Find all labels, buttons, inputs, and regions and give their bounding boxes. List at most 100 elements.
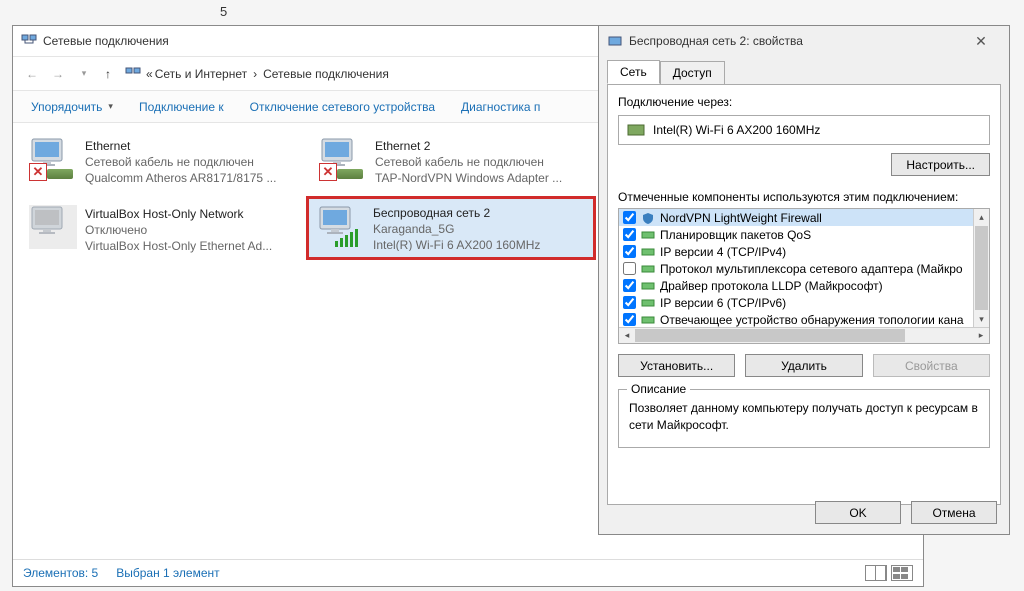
protocol-icon [641, 229, 655, 241]
cable-icon [47, 169, 73, 179]
adapter-icon [607, 33, 623, 49]
connection-status: Karaganda_5G [373, 221, 540, 237]
view-details-icon[interactable] [865, 565, 887, 581]
component-row[interactable]: Отвечающее устройство обнаружения тополо… [619, 311, 973, 327]
scroll-thumb[interactable] [975, 226, 988, 310]
description-text: Позволяет данному компьютеру получать до… [629, 400, 979, 435]
breadcrumb-item[interactable]: Сетевые подключения [263, 67, 389, 81]
connect-to-button[interactable]: Подключение к [129, 93, 234, 121]
ok-button[interactable]: OK [815, 501, 901, 524]
component-row[interactable]: Протокол мультиплексора сетевого адаптер… [619, 260, 973, 277]
connection-name: Беспроводная сеть 2 [373, 205, 540, 221]
component-row[interactable]: IP версии 6 (TCP/IPv6) [619, 294, 973, 311]
component-checkbox[interactable] [623, 296, 636, 309]
scroll-right-icon[interactable]: ▸ [973, 328, 989, 343]
ethernet-icon: ✕ [319, 137, 367, 181]
control-panel-icon [123, 64, 143, 84]
window-title: Сетевые подключения [43, 34, 169, 48]
disabled-adapter-icon [29, 205, 77, 249]
scroll-up-icon[interactable]: ▴ [974, 209, 989, 225]
tab-panel-network: Подключение через: Intel(R) Wi-Fi 6 AX20… [607, 84, 1001, 505]
horizontal-scrollbar[interactable]: ◂ ▸ [619, 327, 989, 343]
protocol-icon [641, 280, 655, 292]
status-selected-count: Выбран 1 элемент [116, 566, 219, 580]
component-checkbox[interactable] [623, 262, 636, 275]
uninstall-button[interactable]: Удалить [745, 354, 862, 377]
configure-button[interactable]: Настроить... [891, 153, 990, 176]
install-button[interactable]: Установить... [618, 354, 735, 377]
components-listbox[interactable]: NordVPN LightWeight Firewall Планировщик … [618, 208, 990, 344]
connect-via-field: Intel(R) Wi-Fi 6 AX200 160MHz [618, 115, 990, 145]
protocol-icon [641, 246, 655, 258]
dialog-titlebar[interactable]: Беспроводная сеть 2: свойства ✕ [599, 26, 1009, 56]
disconnected-x-icon: ✕ [29, 163, 47, 181]
component-checkbox[interactable] [623, 245, 636, 258]
component-row[interactable]: IP версии 4 (TCP/IPv4) [619, 243, 973, 260]
connection-item-virtualbox[interactable]: VirtualBox Host-Only Network Отключено V… [23, 201, 303, 259]
component-label: Планировщик пакетов QoS [660, 228, 811, 242]
components-label: Отмеченные компоненты используются этим … [618, 190, 990, 204]
chevron-right-icon[interactable]: › [253, 67, 257, 81]
description-group: Описание Позволяет данному компьютеру по… [618, 389, 990, 448]
chevron-down-icon: ▾ [108, 101, 113, 112]
component-row[interactable]: Драйвер протокола LLDP (Майкрософт) [619, 277, 973, 294]
protocol-icon [641, 314, 655, 326]
description-label: Описание [627, 382, 690, 396]
nav-back[interactable]: ← [19, 61, 45, 87]
tab-access[interactable]: Доступ [660, 61, 725, 85]
scroll-thumb[interactable] [635, 329, 905, 342]
close-icon[interactable]: ✕ [961, 27, 1001, 55]
breadcrumb-item[interactable]: Сеть и Интернет [155, 67, 247, 81]
component-checkbox[interactable] [623, 313, 636, 326]
nav-up[interactable]: ↑ [97, 61, 119, 87]
scroll-left-icon[interactable]: ◂ [619, 328, 635, 343]
tab-strip: Сеть Доступ [599, 56, 1009, 84]
connection-adapter: Qualcomm Atheros AR8171/8175 ... [85, 170, 276, 186]
tab-network[interactable]: Сеть [607, 60, 660, 84]
connection-item-wireless[interactable]: Беспроводная сеть 2 Karaganda_5G Intel(R… [306, 196, 596, 260]
connect-via-label: Подключение через: [618, 95, 990, 109]
connection-item-ethernet2[interactable]: ✕ Ethernet 2 Сетевой кабель не подключен… [313, 133, 593, 191]
breadcrumb-sep-icon: « [146, 67, 153, 81]
connection-status: Отключено [85, 222, 272, 238]
dialog-title: Беспроводная сеть 2: свойства [629, 34, 961, 48]
protocol-icon [641, 297, 655, 309]
connection-name: VirtualBox Host-Only Network [85, 206, 272, 222]
connection-adapter: TAP-NordVPN Windows Adapter ... [375, 170, 562, 186]
network-card-icon [627, 123, 645, 137]
scroll-down-icon[interactable]: ▾ [974, 311, 989, 327]
cancel-button[interactable]: Отмена [911, 501, 997, 524]
component-checkbox[interactable] [623, 279, 636, 292]
connection-name: Ethernet [85, 138, 276, 154]
component-label: NordVPN LightWeight Firewall [660, 211, 822, 225]
address-bar[interactable]: « Сеть и Интернет › Сетевые подключения [119, 62, 393, 86]
diagnose-button[interactable]: Диагностика п [451, 93, 550, 121]
disable-device-button[interactable]: Отключение сетевого устройства [240, 93, 445, 121]
component-checkbox[interactable] [623, 211, 636, 224]
adapter-name: Intel(R) Wi-Fi 6 AX200 160MHz [653, 123, 820, 137]
vertical-scrollbar[interactable]: ▴ ▾ [973, 209, 989, 327]
component-checkbox[interactable] [623, 228, 636, 241]
protocol-icon [641, 263, 655, 275]
cable-icon [337, 169, 363, 179]
component-label: Протокол мультиплексора сетевого адаптер… [660, 262, 963, 276]
nav-recent-chevron[interactable]: ▾ [71, 61, 97, 87]
shield-icon [641, 212, 655, 224]
view-large-icon[interactable] [891, 565, 913, 581]
connection-status: Сетевой кабель не подключен [85, 154, 276, 170]
wifi-signal-icon [335, 229, 358, 247]
component-label: Отвечающее устройство обнаружения тополо… [660, 313, 964, 327]
component-row[interactable]: Планировщик пакетов QoS [619, 226, 973, 243]
page-step-number: 5 [220, 4, 227, 19]
properties-button[interactable]: Свойства [873, 354, 990, 377]
component-label: Драйвер протокола LLDP (Майкрософт) [660, 279, 883, 293]
nav-forward[interactable]: → [45, 61, 71, 87]
connection-item-ethernet[interactable]: ✕ Ethernet Сетевой кабель не подключен Q… [23, 133, 303, 191]
network-icon [21, 33, 37, 49]
adapter-properties-dialog: Беспроводная сеть 2: свойства ✕ Сеть Дос… [598, 25, 1010, 535]
status-bar: Элементов: 5 Выбран 1 элемент [13, 559, 923, 586]
connection-status: Сетевой кабель не подключен [375, 154, 562, 170]
wifi-connection-icon [317, 205, 365, 249]
organize-button[interactable]: Упорядочить▾ [21, 93, 123, 121]
component-row[interactable]: NordVPN LightWeight Firewall [619, 209, 973, 226]
